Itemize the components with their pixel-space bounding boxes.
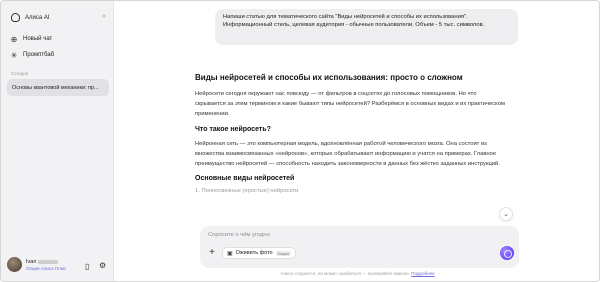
avatar <box>7 257 22 272</box>
app-window: Алиса AI « ⊕ Новый чат ✳ Промптбаб Сегод… <box>0 0 600 282</box>
what-is-text: Нейронная сеть — это компьютерная модель… <box>195 140 500 168</box>
composer: + ▣ Оживить фото Скоро <box>200 226 519 268</box>
collapse-sidebar-icon[interactable]: « <box>102 13 106 20</box>
plus-subscription-link[interactable]: Опции Алиса Плюс <box>26 266 66 271</box>
message-input[interactable] <box>208 230 468 240</box>
user-message: Напиши статью для тематического сайта "В… <box>215 9 518 45</box>
scroll-down-button[interactable]: ⌄ <box>499 207 513 221</box>
user-profile[interactable]: Ivan Опции Алиса Плюс <box>7 257 66 272</box>
answer-intro: Нейросети сегодня окружают нас повсюду —… <box>195 91 505 118</box>
new-chat-icon: ⊕ <box>10 34 18 44</box>
prompt-bank-label: Промптбаб <box>23 52 55 58</box>
heading-types: Основные виды нейросетей <box>195 175 295 183</box>
soon-badge: Скоро <box>275 250 291 256</box>
section-label-today: Сегодня <box>11 71 29 76</box>
sidebar: Алиса AI « ⊕ Новый чат ✳ Промптбаб Сегод… <box>1 1 114 281</box>
animate-photo-chip[interactable]: ▣ Оживить фото Скоро <box>222 247 296 259</box>
details-link[interactable]: Подробнее <box>411 271 434 276</box>
attach-plus-button[interactable]: + <box>206 247 218 259</box>
redacted-name-mask <box>38 259 59 264</box>
alice-logo-icon <box>11 13 20 22</box>
chat-area: Напиши статью для тематического сайта "В… <box>114 1 599 281</box>
user-name-row: Ivan <box>26 259 66 265</box>
alice-voice-button[interactable] <box>500 246 514 260</box>
chat-history-item[interactable]: Основы квантовой механики: пр... <box>7 79 109 96</box>
disclaimer-text: Алиса старается, но может ошибаться — пр… <box>280 271 410 276</box>
list-item: 1. Полносвязные (простые) нейросети <box>195 188 299 195</box>
phone-icon[interactable]: ▯ <box>85 262 89 271</box>
sparkle-icon: ✳ <box>10 50 18 60</box>
prompt-bank-button[interactable]: ✳ Промптбаб <box>10 50 55 60</box>
heading-what-is: Что такое нейросеть? <box>195 125 271 133</box>
new-chat-label: Новый чат <box>23 36 53 42</box>
chip-label: Оживить фото <box>235 250 273 256</box>
user-name: Ivan <box>26 258 37 265</box>
assistant-answer: Виды нейросетей и способы их использован… <box>195 73 507 194</box>
answer-title: Виды нейросетей и способы их использован… <box>195 73 463 82</box>
disclaimer: Алиса старается, но может ошибаться — пр… <box>114 271 599 276</box>
image-icon: ▣ <box>227 250 233 257</box>
brand[interactable]: Алиса AI <box>11 13 50 22</box>
new-chat-button[interactable]: ⊕ Новый чат <box>10 34 53 44</box>
gear-icon[interactable]: ⚙ <box>99 261 106 270</box>
chevron-down-icon: ⌄ <box>503 211 509 218</box>
brand-name: Алиса AI <box>25 14 50 21</box>
